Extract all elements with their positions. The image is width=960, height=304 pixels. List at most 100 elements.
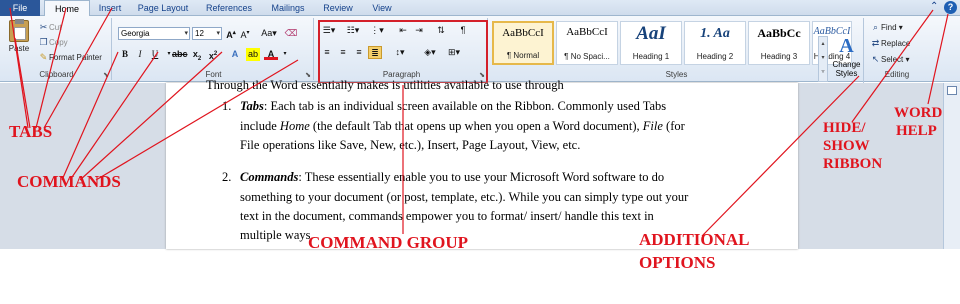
editing-group-label: Editing [884, 70, 910, 79]
style-sample: AaBbCcI [566, 26, 608, 38]
tab-mailings[interactable]: Mailings [262, 0, 314, 16]
font-name-combo[interactable]: Georgia ▾ [118, 27, 190, 40]
list-number: 2. [222, 170, 232, 184]
vertical-scrollbar[interactable]: ▲ [943, 83, 960, 249]
styles-gallery-scroll[interactable]: ▴ ▾ ▿ [818, 36, 828, 82]
clipboard-launcher-icon[interactable]: ⬊ [103, 71, 109, 79]
copy-button[interactable]: ❐Copy [38, 37, 68, 48]
style-name: Heading 1 [632, 52, 670, 61]
annotation-tabs: TABS [9, 122, 53, 141]
clipboard-group-label: Clipboard [39, 70, 74, 79]
chevron-down-icon: ▾ [184, 30, 188, 37]
chevron-down-icon: ▾ [216, 30, 220, 37]
annotation-additional-line2: OPTIONS [639, 253, 716, 272]
shrink-font-icon[interactable]: A▾ [238, 27, 252, 40]
select-button[interactable]: ↖ Select ▾ [870, 54, 910, 65]
paintbrush-icon: ✎ [39, 52, 48, 62]
font-group: Georgia ▾ 12 ▾ A▴ A▾ Aa▾ ⌫ B I U ▾ abc x2 … [114, 18, 314, 80]
style-sample: AaI [636, 23, 666, 44]
annotation-word-help-line2: HELP [896, 123, 937, 139]
chevron-down-icon[interactable]: ▾ [278, 48, 292, 61]
tab-references[interactable]: References [198, 0, 260, 16]
style-sample: AaBbCcI [502, 27, 544, 39]
font-name-value: Georgia [121, 29, 150, 38]
tab-home[interactable]: Home [44, 0, 90, 17]
italic-icon[interactable]: I [133, 48, 147, 61]
annotation-commands: COMMANDS [17, 172, 121, 191]
doc-line: multiple ways. [240, 228, 314, 242]
doc-line: Through the Word essentially makes is ut… [206, 78, 564, 92]
text-effects-icon[interactable]: A [228, 48, 242, 61]
help-icon[interactable]: ? [944, 1, 957, 14]
annotation-word-help-line1: WORD [894, 105, 943, 121]
annotation-hide-line1: HIDE/ [823, 120, 866, 136]
find-label: Find [881, 23, 897, 32]
style-heading-3[interactable]: AaBbCc Heading 3 [748, 21, 810, 65]
find-button[interactable]: ⌕ Find ▾ [870, 22, 903, 33]
format-painter-button[interactable]: ✎ Format Painter [38, 52, 102, 63]
change-styles-label: Change Styles [832, 60, 861, 78]
format-painter-label: Format Painter [49, 53, 102, 62]
style-sample: AaBbCc [757, 26, 801, 40]
replace-button[interactable]: ⇄ Replace [870, 38, 911, 49]
minimize-ribbon-icon[interactable]: ⌃ [930, 1, 938, 12]
tab-insert[interactable]: Insert [90, 0, 130, 16]
doc-line: Commands: These essentially enable you t… [240, 170, 665, 184]
replace-icon: ⇄ [871, 38, 880, 48]
word-window: File Home Insert Page Layout References … [0, 0, 960, 304]
annotation-hide-line3: RIBBON [823, 156, 883, 172]
cut-button[interactable]: ✂ Cut [38, 22, 62, 33]
font-size-combo[interactable]: 12 ▾ [192, 27, 222, 40]
strikethrough-icon[interactable]: abc [172, 48, 188, 61]
font-color-icon[interactable]: A [264, 48, 278, 60]
doc-line: text in the document, commands empower y… [240, 209, 654, 223]
style-name: ¶ No Spaci... [564, 52, 610, 61]
style-sample: 1. Aa [700, 26, 730, 41]
bold-icon[interactable]: B [118, 48, 132, 61]
replace-label: Replace [881, 39, 911, 48]
styles-group: AaBbCcI ¶ Normal AaBbCcI ¶ No Spaci... A… [490, 18, 864, 80]
font-size-value: 12 [195, 29, 204, 38]
doc-line: something to your document (or post, tem… [240, 190, 689, 204]
paste-button[interactable]: Paste [6, 19, 32, 60]
style-name: Heading 2 [696, 52, 734, 61]
clipboard-group: Paste ✂ Cut ❐Copy ✎ Format Painter Clipboa… [2, 18, 112, 80]
tab-view[interactable]: View [360, 0, 404, 16]
clipboard-icon [9, 19, 29, 42]
tab-review[interactable]: Review [316, 0, 360, 16]
style-name: ¶ Normal [506, 51, 540, 60]
tab-file[interactable]: File [0, 0, 40, 16]
select-label: Select [881, 55, 904, 64]
grow-font-icon[interactable]: A▴ [224, 27, 238, 40]
change-styles-icon: A [839, 35, 854, 57]
underline-icon[interactable]: U [148, 48, 162, 61]
style-name: Heading 3 [760, 52, 798, 61]
superscript-icon[interactable]: x2 [206, 48, 220, 61]
cut-label: Cut [49, 23, 62, 32]
subscript-icon[interactable]: x2 [190, 48, 204, 62]
list-number: 1. [222, 99, 232, 113]
style-normal[interactable]: AaBbCcI ¶ Normal [492, 21, 554, 65]
doc-line: Tabs: Each tab is an individual screen a… [240, 99, 667, 113]
scissors-icon: ✂ [39, 22, 48, 32]
copy-label: Copy [49, 38, 68, 47]
doc-line: File operations like Save, New, etc.), I… [240, 138, 581, 152]
binoculars-icon: ⌕ [872, 22, 879, 32]
editing-group: ⌕ Find ▾ ⇄ Replace ↖ Select ▾ Editing [866, 18, 928, 80]
highlight-icon[interactable]: ab [246, 48, 260, 61]
ruler-toggle-icon[interactable] [947, 86, 957, 95]
paste-label: Paste [8, 44, 30, 53]
annotation-additional-line1: ADDITIONAL [639, 230, 750, 249]
style-heading-2[interactable]: 1. Aa Heading 2 [684, 21, 746, 65]
ribbon-tab-bar: File Home Insert Page Layout References … [0, 0, 960, 17]
annotation-command-group: COMMAND GROUP [308, 233, 469, 252]
tab-page-layout[interactable]: Page Layout [130, 0, 196, 16]
doc-line: include Home (the default Tab that opens… [240, 119, 685, 133]
style-no-spacing[interactable]: AaBbCcI ¶ No Spaci... [556, 21, 618, 65]
clear-formatting-icon[interactable]: ⌫ [284, 27, 298, 40]
copy-icon: ❐ [39, 37, 48, 47]
annotation-hide-line2: SHOW [823, 138, 870, 154]
change-case-icon[interactable]: Aa▾ [258, 27, 280, 40]
style-heading-1[interactable]: AaI Heading 1 [620, 21, 682, 65]
cursor-icon: ↖ [871, 54, 880, 64]
